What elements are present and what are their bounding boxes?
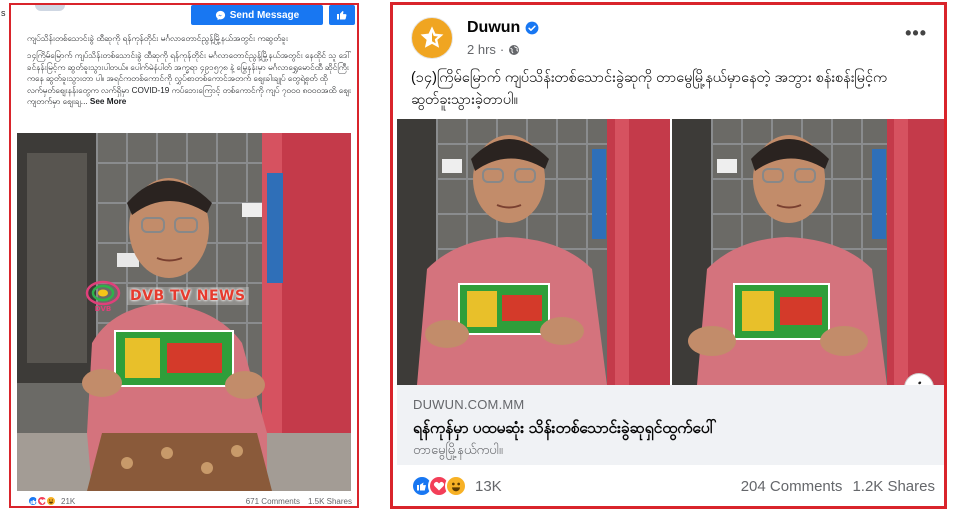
left-post-photo[interactable]: DVB DVB TV NEWS [17, 133, 351, 491]
reaction-count[interactable]: 21K [61, 497, 75, 506]
send-message-label: Send Message [229, 9, 300, 21]
messenger-icon [215, 10, 225, 20]
post-photo-2[interactable] [672, 119, 944, 385]
verified-badge-icon [525, 21, 539, 35]
thumbs-up-icon [337, 11, 347, 20]
right-post-header: Duwun 2 hrs · ••• [411, 15, 931, 61]
like-page-button[interactable] [329, 5, 355, 25]
duwun-avatar[interactable] [411, 17, 453, 59]
right-post-stats: 13K 204 Comments 1.2K Shares [411, 473, 935, 499]
see-more-link[interactable]: See More [90, 97, 126, 106]
send-message-button[interactable]: Send Message [191, 5, 323, 25]
haha-reaction-icon [45, 495, 57, 506]
left-post-caption: ကျပ်သိန်းတစ်သောင်းခွဲ ထီဆုကို ရန်ကုန်တို… [27, 33, 351, 113]
left-post-stats: 21K 671 Comments 1.5K Shares [27, 494, 352, 506]
reaction-icons[interactable] [411, 475, 467, 497]
link-preview-card[interactable]: DUWUN.COM.MM ရန်ကုန်မှာ ပထမဆုံး သိန်းတစ်… [397, 385, 944, 465]
screenshot-comparison: s Send Message ကျပ်သိန်းတစ်သောင်းခွဲ ထီဆ… [0, 0, 953, 513]
corner-label: s [1, 8, 6, 18]
reaction-count[interactable]: 13K [475, 478, 502, 495]
page-avatar-cropped [35, 5, 65, 11]
right-post: Duwun 2 hrs · ••• (၁၄)ကြိမ်မြောက် ကျပ်သိ… [390, 2, 947, 509]
woman-holding-lottery-ticket-photo [672, 119, 944, 385]
watermark-text: DVB TV NEWS [127, 287, 249, 305]
link-domain: DUWUN.COM.MM [413, 397, 525, 412]
shares-count[interactable]: 1.5K Shares [308, 497, 352, 506]
link-subtitle: တာမွေမြို့နယ်ကပါ။ [413, 442, 503, 457]
shares-count[interactable]: 1.2K Shares [852, 478, 935, 495]
right-post-photos[interactable] [397, 119, 944, 385]
link-title[interactable]: ရန်ကုန်မှာ ပထမဆုံး သိန်းတစ်သောင်းခွဲဆုရှ… [413, 418, 717, 441]
caption-body-text: ၁၄ကြိမ်မြောက် ကျပ်သိန်းတစ်သောင်းခွဲ ထီဆု… [27, 51, 351, 107]
comments-count[interactable]: 671 Comments [246, 497, 300, 506]
globe-icon [509, 44, 520, 55]
dvb-logo-text: DVB [95, 305, 112, 313]
caption-body: ၁၄ကြိမ်မြောက် ကျပ်သိန်းတစ်သောင်းခွဲ ထီဆု… [27, 50, 351, 107]
dvb-logo: DVB [85, 280, 121, 313]
dvb-watermark: DVB DVB TV NEWS [83, 279, 249, 313]
caption-heading: ကျပ်သိန်းတစ်သောင်းခွဲ ထီဆုကို ရန်ကုန်တို… [27, 34, 288, 43]
more-options-button[interactable]: ••• [905, 23, 927, 44]
haha-reaction-icon [445, 475, 467, 497]
left-post-topbar: Send Message [11, 5, 357, 27]
right-post-caption: (၁၄)ကြိမ်မြောက် ကျပ်သိန်းတစ်သောင်းခွဲဆုက… [411, 70, 888, 108]
comments-count[interactable]: 204 Comments [741, 478, 843, 495]
post-time[interactable]: 2 hrs [467, 42, 496, 57]
duwun-star-logo [420, 26, 444, 48]
page-name[interactable]: Duwun [467, 19, 520, 37]
woman-holding-lottery-ticket-photo [397, 119, 670, 385]
left-post: Send Message ကျပ်သိန်းတစ်သောင်းခွဲ ထီဆုက… [9, 3, 359, 508]
post-photo-1[interactable] [397, 119, 670, 385]
reaction-icons[interactable] [27, 495, 57, 506]
meta-separator: · [499, 42, 505, 57]
